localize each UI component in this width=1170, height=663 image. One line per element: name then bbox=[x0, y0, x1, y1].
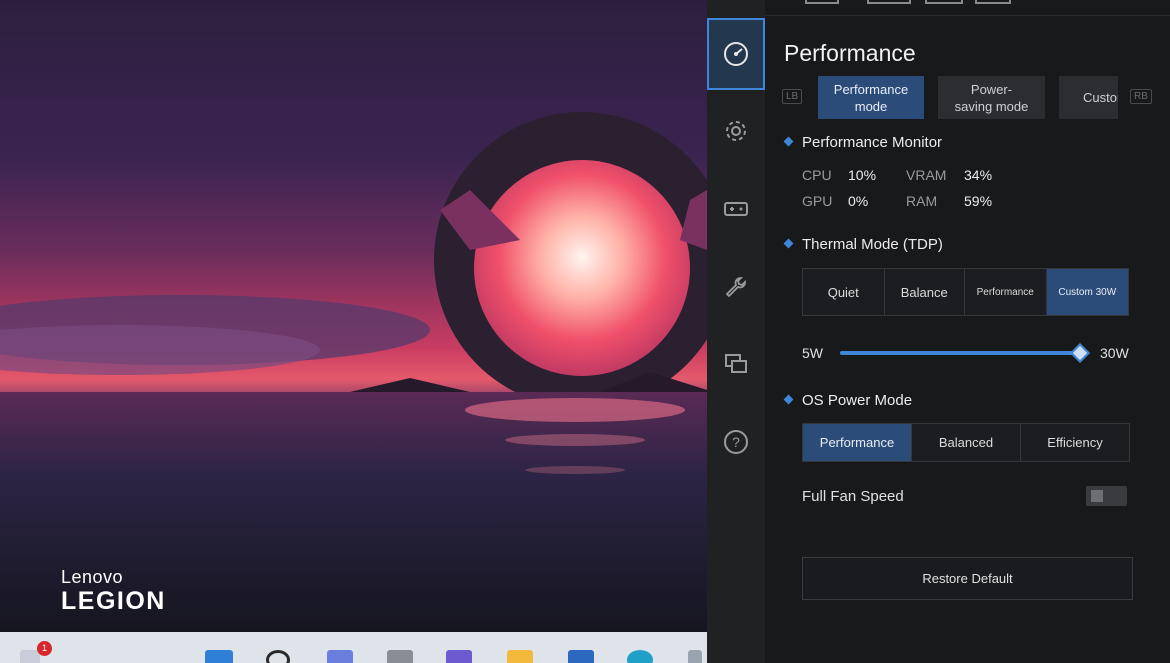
top-tab[interactable] bbox=[925, 0, 963, 4]
os-power-mode-selector: Performance Balanced Efficiency bbox=[802, 423, 1130, 462]
performance-monitor-heading: Performance Monitor bbox=[783, 134, 943, 151]
os-power-mode-heading: OS Power Mode bbox=[783, 392, 913, 409]
gpu-value: 0% bbox=[848, 193, 869, 209]
desktop-wallpaper: Lenovo LEGION bbox=[0, 0, 707, 632]
svg-text:?: ? bbox=[732, 434, 740, 450]
monitor-icon bbox=[725, 354, 747, 373]
toggle-knob bbox=[1091, 490, 1103, 502]
tdp-slider-track[interactable] bbox=[840, 351, 1082, 355]
mode-custom-button[interactable]: Custom bbox=[1059, 76, 1118, 119]
top-tab-strip bbox=[765, 0, 1170, 16]
mode-power-saving-button[interactable]: Power-saving mode bbox=[938, 76, 1045, 119]
full-fan-speed-label: Full Fan Speed bbox=[802, 488, 904, 505]
cpu-label: CPU bbox=[802, 167, 832, 183]
thermal-mode-title: Thermal Mode (TDP) bbox=[802, 236, 943, 253]
mode-performance-label: Performance mode bbox=[833, 81, 909, 114]
cpu-value: 10% bbox=[848, 167, 877, 183]
edge-icon[interactable] bbox=[627, 650, 653, 663]
task-view-icon[interactable] bbox=[387, 650, 413, 663]
teams-icon[interactable] bbox=[446, 650, 472, 663]
file-explorer-icon[interactable] bbox=[507, 650, 533, 663]
section-diamond-icon bbox=[783, 394, 794, 405]
brand-lenovo: Lenovo bbox=[61, 567, 124, 587]
nav-controller[interactable] bbox=[707, 173, 765, 245]
thermal-mode-heading: Thermal Mode (TDP) bbox=[783, 236, 943, 253]
os-power-mode-title: OS Power Mode bbox=[802, 392, 913, 409]
mode-power-saving-label: Power-saving mode bbox=[954, 81, 1029, 114]
section-diamond-icon bbox=[783, 238, 794, 249]
os-power-performance-button[interactable]: Performance bbox=[803, 424, 912, 461]
gpu-label: GPU bbox=[802, 193, 833, 209]
thermal-custom-button[interactable]: Custom 30W bbox=[1046, 269, 1128, 315]
performance-monitor-title: Performance Monitor bbox=[802, 134, 943, 151]
store-icon[interactable] bbox=[568, 650, 594, 663]
top-tab[interactable] bbox=[867, 0, 911, 4]
wrench-icon bbox=[725, 277, 746, 298]
top-tab[interactable] bbox=[805, 0, 839, 4]
mode-custom-label: Custom bbox=[1083, 90, 1118, 105]
app-icon[interactable] bbox=[688, 650, 702, 663]
top-tab[interactable] bbox=[975, 0, 1011, 4]
brand-legion: LEGION bbox=[61, 587, 166, 615]
gear-icon bbox=[726, 121, 746, 141]
nav-tools[interactable] bbox=[707, 251, 765, 323]
tdp-slider-fill bbox=[840, 351, 1082, 355]
taskbar bbox=[0, 632, 707, 663]
page-title: Performance bbox=[784, 40, 916, 66]
wallpaper-art bbox=[0, 112, 707, 632]
nav-performance[interactable] bbox=[707, 18, 765, 90]
gauge-icon bbox=[724, 42, 748, 66]
nav-help[interactable]: ? bbox=[707, 406, 765, 478]
side-nav: ? bbox=[707, 0, 765, 663]
search-icon[interactable] bbox=[266, 650, 290, 663]
ram-label: RAM bbox=[906, 193, 938, 209]
tdp-max-label: 30W bbox=[1100, 345, 1129, 361]
nav-settings[interactable] bbox=[707, 95, 765, 167]
vram-label: VRAM bbox=[906, 167, 947, 183]
vram-value: 34% bbox=[964, 167, 993, 183]
lb-bumper-hint: LB bbox=[782, 89, 803, 104]
full-fan-speed-toggle[interactable] bbox=[1086, 486, 1127, 506]
notification-badge: 1 bbox=[37, 641, 52, 656]
lenovo-legion-logo: Lenovo LEGION bbox=[61, 567, 166, 616]
tdp-min-label: 5W bbox=[802, 345, 823, 361]
copilot-icon[interactable] bbox=[327, 650, 353, 663]
os-power-efficiency-button[interactable]: Efficiency bbox=[1021, 424, 1129, 461]
os-power-balanced-button[interactable]: Balanced bbox=[912, 424, 1021, 461]
thermal-performance-button[interactable]: Performance bbox=[965, 269, 1047, 315]
thermal-balance-button[interactable]: Balance bbox=[884, 269, 965, 315]
restore-default-button[interactable]: Restore Default bbox=[802, 557, 1133, 600]
rb-bumper-hint: RB bbox=[1130, 89, 1152, 104]
thermal-quiet-button[interactable]: Quiet bbox=[803, 269, 885, 315]
nav-display[interactable] bbox=[707, 328, 765, 400]
mode-performance-button[interactable]: Performance mode bbox=[818, 76, 924, 119]
section-diamond-icon bbox=[783, 136, 794, 147]
gamepad-icon bbox=[724, 202, 748, 216]
ram-value: 59% bbox=[964, 193, 993, 209]
help-icon: ? bbox=[724, 430, 748, 454]
thermal-mode-selector: Quiet Balance Performance Custom 30W bbox=[802, 268, 1129, 316]
start-icon[interactable] bbox=[205, 650, 233, 663]
